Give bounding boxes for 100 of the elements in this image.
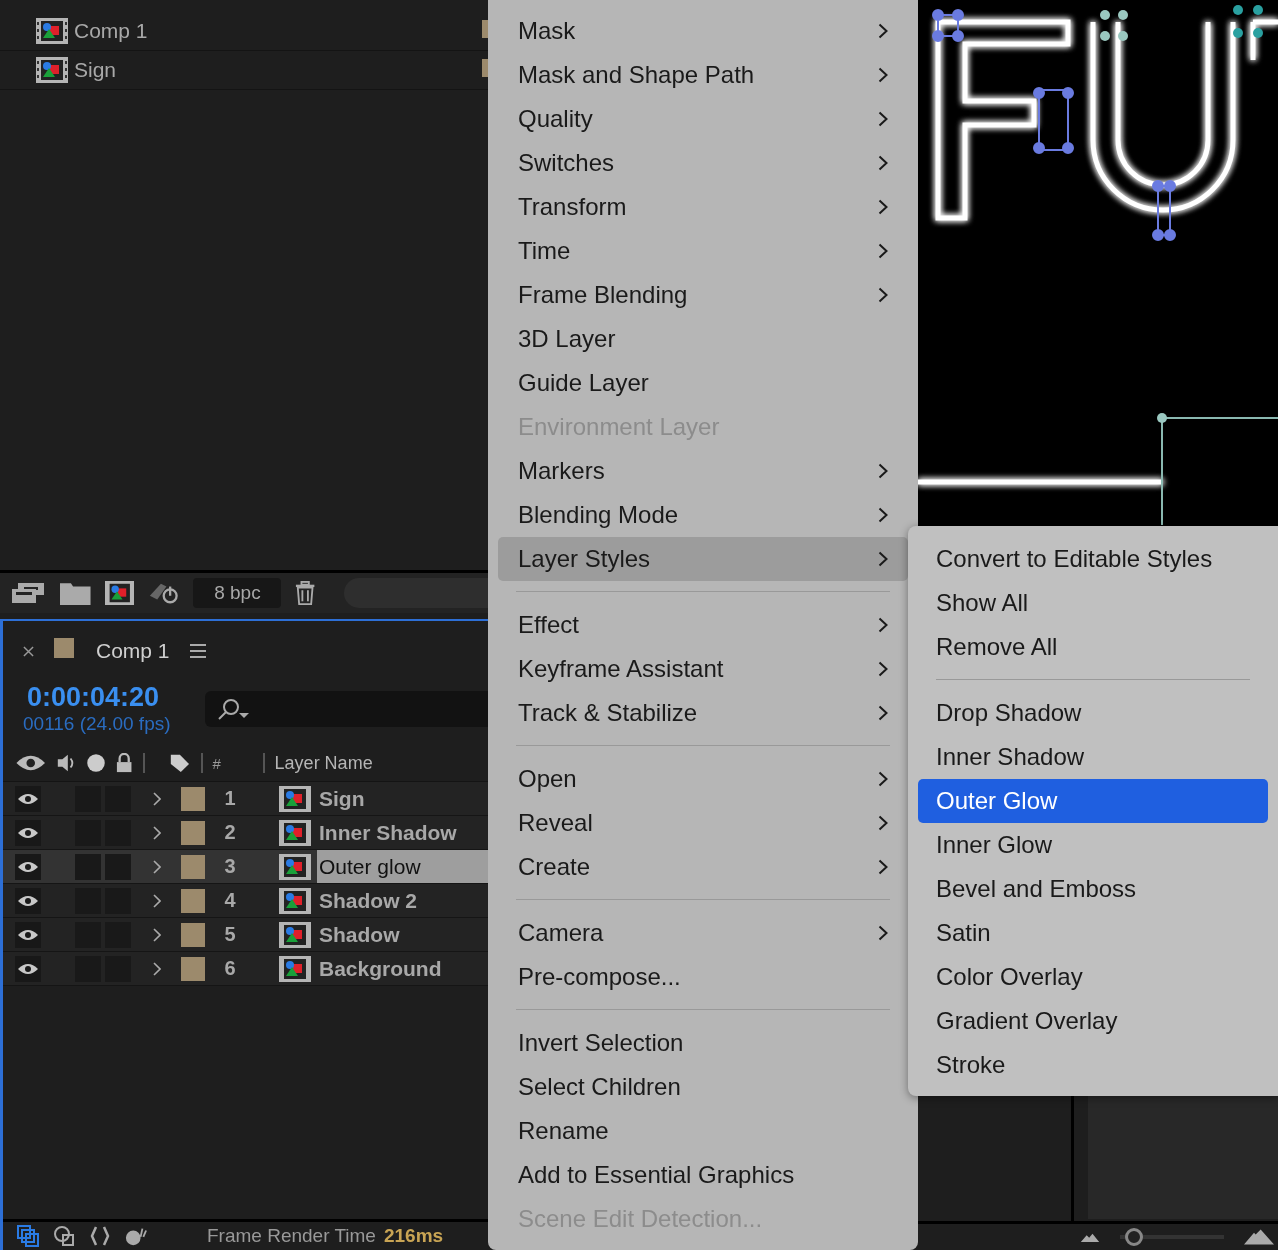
layer-name[interactable]: Shadow 2 — [317, 884, 488, 917]
menu-item[interactable]: Remove All — [918, 625, 1268, 669]
visibility-toggle[interactable] — [15, 921, 41, 948]
menu-item[interactable]: Track & Stabilize — [498, 691, 908, 735]
layer-name[interactable]: Sign — [317, 782, 488, 815]
shape-icon[interactable] — [53, 1225, 75, 1247]
menu-item[interactable]: Blending Mode — [498, 493, 908, 537]
menu-item[interactable]: Effect — [498, 603, 908, 647]
visibility-toggle[interactable] — [15, 887, 41, 914]
layer-name[interactable]: Outer glow — [317, 850, 488, 883]
frame-info: 00116 (24.00 fps) — [23, 712, 172, 736]
menu-item[interactable]: Create — [498, 845, 908, 889]
label-swatch[interactable] — [181, 854, 205, 879]
label-swatch[interactable] — [181, 922, 205, 947]
chevron-icon — [878, 705, 888, 721]
menu-item[interactable]: Open — [498, 757, 908, 801]
eye-icon — [17, 859, 39, 874]
visibility-toggle[interactable] — [15, 819, 41, 846]
menu-item[interactable]: Convert to Editable Styles — [918, 537, 1268, 581]
menu-item[interactable]: Switches — [498, 141, 908, 185]
menu-item[interactable]: Time — [498, 229, 908, 273]
composition-icon — [279, 853, 311, 880]
menu-item[interactable]: Select Children — [498, 1065, 908, 1109]
small-mountain-icon[interactable] — [1080, 1232, 1100, 1242]
label-swatch — [482, 59, 488, 77]
menu-item[interactable]: Layer Styles — [498, 537, 908, 581]
visibility-toggle[interactable] — [15, 853, 41, 880]
menu-item[interactable]: Color Overlay — [918, 955, 1268, 999]
label-swatch[interactable] — [181, 956, 205, 981]
expand-chevron-icon[interactable] — [153, 825, 161, 840]
chevron-icon — [878, 925, 888, 941]
menu-item[interactable]: Pre-compose... — [498, 955, 908, 999]
expand-chevron-icon[interactable] — [153, 927, 161, 942]
menu-item[interactable]: Drop Shadow — [918, 691, 1268, 735]
search-field[interactable] — [205, 691, 488, 727]
visibility-toggle[interactable] — [15, 955, 41, 982]
composition-icon — [279, 887, 311, 914]
project-item-name[interactable]: Comp 1 — [74, 19, 148, 43]
search-icon — [217, 697, 251, 721]
switch-box[interactable] — [75, 853, 101, 880]
menu-item[interactable]: Reveal — [498, 801, 908, 845]
timecode[interactable]: 0:00:04:20 — [23, 682, 203, 712]
column-header[interactable]: # — [212, 754, 253, 772]
menu-icon[interactable] — [189, 644, 206, 658]
menu-item[interactable]: Add to Essential Graphics — [498, 1153, 908, 1197]
expand-chevron-icon[interactable] — [153, 791, 161, 806]
scroll-track[interactable] — [343, 578, 488, 608]
interpret-footage-icon[interactable] — [10, 581, 46, 605]
trash-icon[interactable] — [295, 581, 316, 605]
menu-item[interactable]: Transform — [498, 185, 908, 229]
menu-item[interactable]: Camera — [498, 911, 908, 955]
expand-chevron-icon[interactable] — [153, 859, 161, 874]
bit-depth-button[interactable]: 8 bpc — [193, 578, 282, 608]
project-item-name[interactable]: Sign — [74, 58, 117, 82]
menu-item[interactable]: Rename — [498, 1109, 908, 1153]
folder-icon[interactable] — [60, 581, 91, 605]
menu-item[interactable]: Frame Blending — [498, 273, 908, 317]
chevron-icon — [878, 661, 888, 677]
menu-item[interactable]: Show All — [918, 581, 1268, 625]
menu-item[interactable]: Inner Shadow — [918, 735, 1268, 779]
menu-item[interactable]: Satin — [918, 911, 1268, 955]
menu-item[interactable]: Mask and Shape Path — [498, 53, 908, 97]
braces-icon[interactable] — [89, 1225, 111, 1247]
column-header[interactable]: Layer Name — [274, 752, 373, 774]
menu-item[interactable]: Invert Selection — [498, 1021, 908, 1065]
close-icon[interactable] — [23, 645, 34, 657]
visibility-toggle[interactable] — [15, 785, 41, 812]
layer-name[interactable]: Shadow — [317, 918, 488, 951]
label-swatch[interactable] — [181, 888, 205, 913]
render-power-icon[interactable] — [148, 581, 180, 605]
composition-icon — [36, 18, 68, 44]
menu-item[interactable]: Guide Layer — [498, 361, 908, 405]
label-swatch[interactable] — [181, 786, 205, 811]
layers-icon[interactable] — [17, 1225, 39, 1247]
composition-tab[interactable]: Comp 1 — [96, 639, 170, 663]
label-tag-icon — [168, 753, 191, 773]
expand-chevron-icon[interactable] — [153, 961, 161, 976]
large-mountain-icon[interactable] — [1244, 1229, 1274, 1245]
menu-item[interactable]: Keyframe Assistant — [498, 647, 908, 691]
switch-box[interactable] — [105, 853, 131, 880]
composition-icon — [36, 57, 68, 83]
menu-item[interactable]: Bevel and Emboss — [918, 867, 1268, 911]
layer-name[interactable]: Background — [317, 952, 488, 985]
chevron-icon — [878, 67, 888, 83]
label-swatch — [482, 20, 488, 38]
menu-item[interactable]: 3D Layer — [498, 317, 908, 361]
composition-icon[interactable] — [104, 581, 135, 605]
menu-item[interactable]: Outer Glow — [918, 779, 1268, 823]
eye-icon — [17, 893, 39, 908]
menu-item[interactable]: Gradient Overlay — [918, 999, 1268, 1043]
chevron-icon — [878, 463, 888, 479]
expand-chevron-icon[interactable] — [153, 893, 161, 908]
menu-item[interactable]: Mask — [498, 9, 908, 53]
menu-item[interactable]: Inner Glow — [918, 823, 1268, 867]
lock-icon — [116, 753, 133, 773]
menu-item[interactable]: Markers — [498, 449, 908, 493]
menu-item[interactable]: Quality — [498, 97, 908, 141]
menu-item[interactable]: Stroke — [918, 1043, 1268, 1087]
layer-name[interactable]: Inner Shadow — [317, 816, 488, 849]
label-swatch[interactable] — [181, 820, 205, 845]
